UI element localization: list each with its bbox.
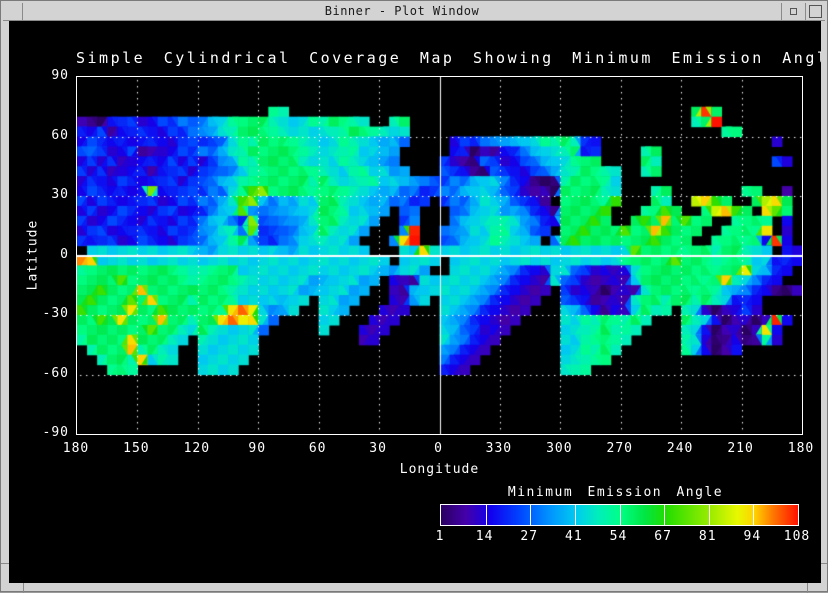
x-tick-label: 120 xyxy=(167,441,227,456)
minimize-icon xyxy=(790,8,797,15)
plot-window: Binner - Plot Window Simple Cylindrical … xyxy=(0,0,828,592)
y-tick-label: -30 xyxy=(9,306,69,321)
x-tick-label: 300 xyxy=(529,441,589,456)
x-tick-label: 180 xyxy=(771,441,821,456)
maximize-icon xyxy=(809,5,822,18)
y-tick-label: 90 xyxy=(9,68,69,83)
y-tick-label: -90 xyxy=(9,425,69,440)
colorbar-tick-label: 81 xyxy=(688,529,728,544)
window-menu-button[interactable] xyxy=(3,3,23,20)
colorbar-tick-label: 94 xyxy=(732,529,772,544)
colorbar-tick-label: 67 xyxy=(643,529,683,544)
colorbar-divider xyxy=(486,505,487,525)
colorbar-tick-label: 108 xyxy=(777,529,817,544)
x-axis-title: Longitude xyxy=(76,462,803,477)
x-tick-label: 60 xyxy=(288,441,348,456)
chart-title: Simple Cylindrical Coverage Map Showing … xyxy=(76,49,803,67)
x-tick-label: 240 xyxy=(650,441,710,456)
y-tick-label: -60 xyxy=(9,366,69,381)
colorbar-title: Minimum Emission Angle xyxy=(432,485,799,500)
y-tick-label: 60 xyxy=(9,128,69,143)
colorbar-divider xyxy=(709,505,710,525)
colorbar-tick-label: 1 xyxy=(420,529,460,544)
y-tick-label: 30 xyxy=(9,187,69,202)
colorbar-divider xyxy=(753,505,754,525)
x-tick-label: 90 xyxy=(227,441,287,456)
colorbar-tick-label: 41 xyxy=(554,529,594,544)
titlebar[interactable]: Binner - Plot Window xyxy=(3,3,825,21)
x-tick-label: 210 xyxy=(711,441,771,456)
maximize-button[interactable] xyxy=(805,3,825,20)
colorbar-divider xyxy=(575,505,576,525)
x-tick-label: 0 xyxy=(409,441,469,456)
x-tick-label: 150 xyxy=(106,441,166,456)
x-tick-label: 270 xyxy=(590,441,650,456)
colorbar-tick-label: 14 xyxy=(465,529,505,544)
x-tick-label: 180 xyxy=(46,441,106,456)
colorbar-divider xyxy=(530,505,531,525)
colorbar xyxy=(440,504,799,526)
coverage-map-canvas xyxy=(77,77,802,434)
colorbar-divider xyxy=(664,505,665,525)
plot-client-area: Simple Cylindrical Coverage Map Showing … xyxy=(9,21,821,583)
resize-corner-line-left xyxy=(1,563,9,564)
x-tick-label: 30 xyxy=(348,441,408,456)
colorbar-tick-label: 54 xyxy=(599,529,639,544)
x-tick-label: 330 xyxy=(469,441,529,456)
window-title: Binner - Plot Window xyxy=(23,3,781,20)
plot-frame xyxy=(76,76,803,435)
y-axis-title: Latitude xyxy=(26,220,41,291)
colorbar-tick-label: 27 xyxy=(509,529,549,544)
minimize-button[interactable] xyxy=(781,3,805,20)
colorbar-divider xyxy=(620,505,621,525)
